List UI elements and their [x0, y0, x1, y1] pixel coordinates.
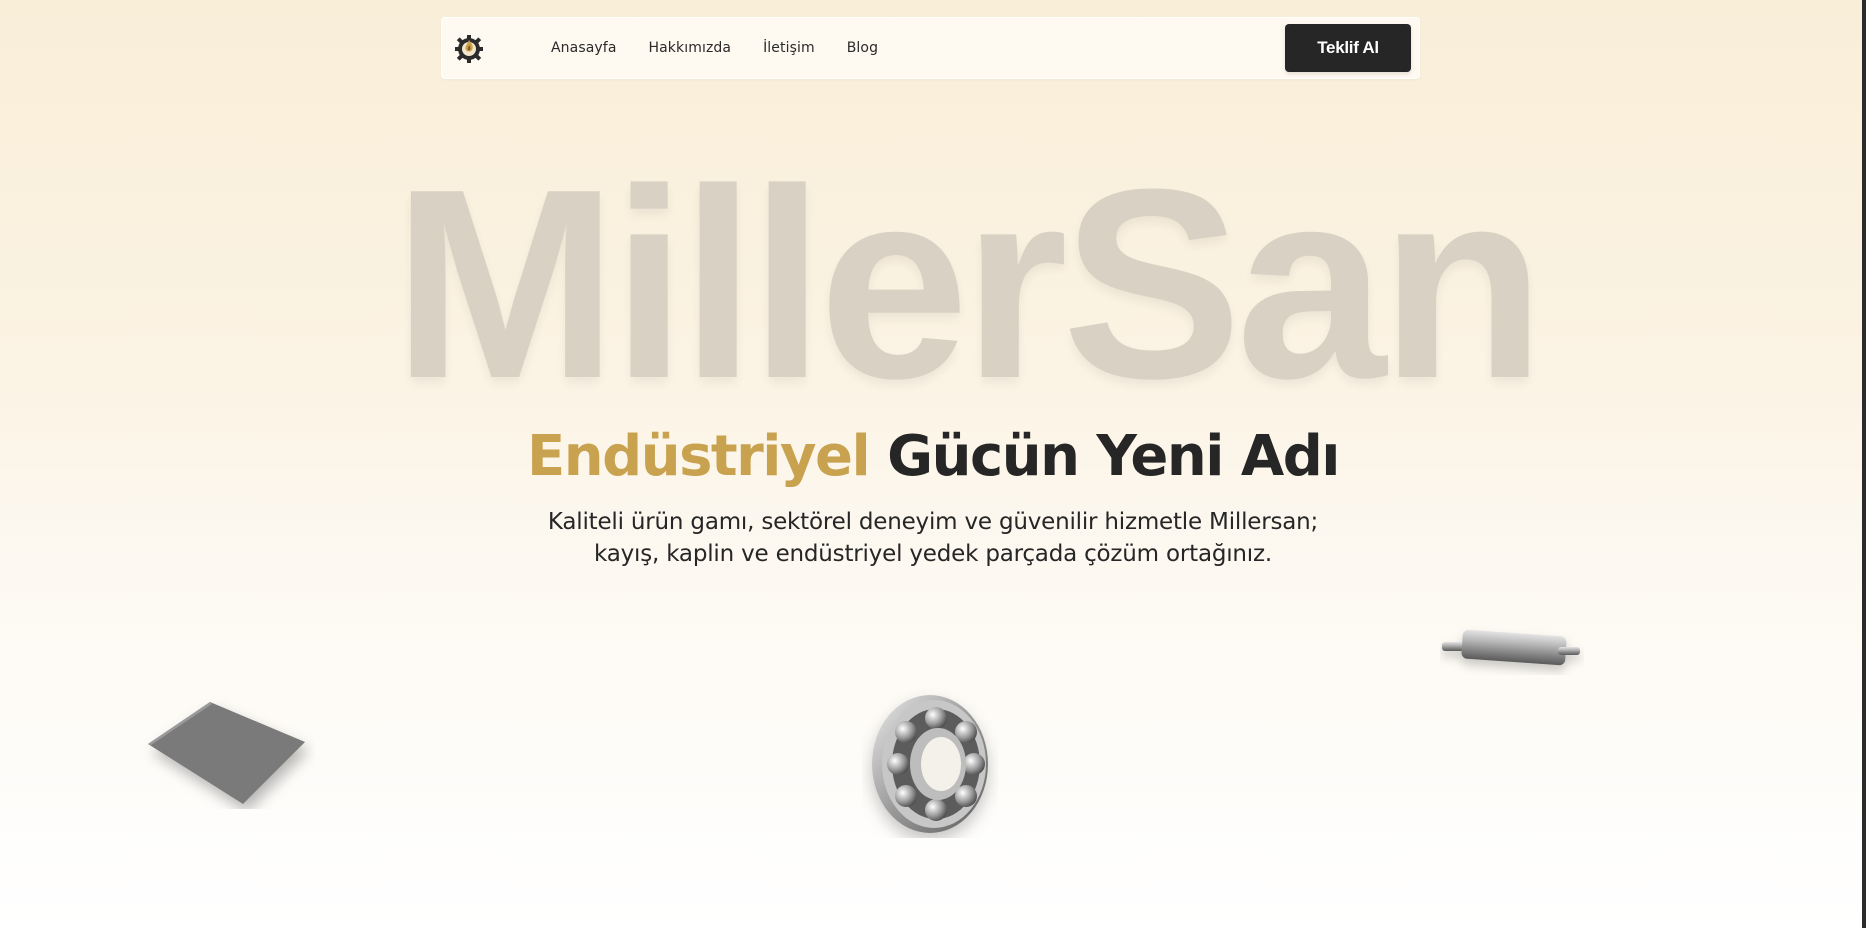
steel-roller-shaft-image — [1442, 629, 1580, 666]
get-quote-button[interactable]: Teklif Al — [1285, 24, 1411, 72]
gear-flame-logo-icon[interactable] — [451, 30, 487, 66]
nav-links: Anasayfa Hakkımızda İletişim Blog — [551, 18, 910, 78]
nav-link-anasayfa[interactable]: Anasayfa — [551, 40, 617, 56]
navbar: Anasayfa Hakkımızda İletişim Blog Teklif… — [441, 17, 1420, 79]
nav-link-iletisim[interactable]: İletişim — [763, 40, 815, 56]
brand-watermark: MillerSan — [392, 134, 1545, 435]
hero-subtitle: Kaliteli ürün gamı, sektörel deneyim ve … — [0, 506, 1866, 570]
hero-headline-accent: Endüstriyel — [527, 424, 871, 489]
hero-headline: Endüstriyel Gücün Yeni Adı — [0, 426, 1866, 488]
metal-plate-image — [148, 702, 305, 804]
hero-subtitle-line1: Kaliteli ürün gamı, sektörel deneyim ve … — [547, 509, 1319, 535]
hero-subtitle-line2: kayış, kaplin ve endüstriyel yedek parça… — [594, 541, 1272, 567]
hero-headline-rest: Gücün Yeni Adı — [887, 424, 1340, 489]
nav-link-hakkimizda[interactable]: Hakkımızda — [649, 40, 732, 56]
ball-bearing-image — [872, 695, 988, 833]
nav-link-blog[interactable]: Blog — [847, 40, 878, 56]
